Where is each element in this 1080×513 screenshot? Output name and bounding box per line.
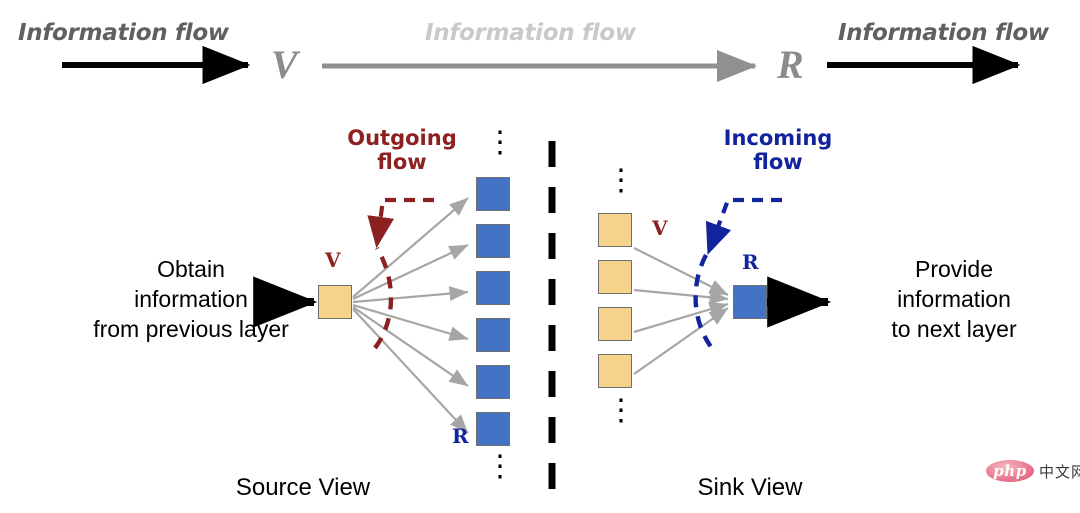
- source-v-tag: V: [325, 248, 341, 272]
- outgoing-flow-callout: Outgoing flow: [314, 126, 490, 174]
- sink-source-cell: [598, 307, 632, 341]
- source-input-description-line3: from previous layer: [93, 315, 289, 342]
- source-input-description-line2: information: [134, 285, 248, 312]
- outgoing-flow-leader: [367, 197, 434, 249]
- sink-output-description: Provide information to next layer: [842, 255, 1066, 345]
- sink-view-caption: Sink View: [697, 474, 803, 501]
- sink-source-cell: [598, 354, 632, 388]
- sink-output-description-line2: information: [897, 285, 1011, 312]
- php-watermark-site: 中文网: [1039, 462, 1080, 481]
- source-target-cell: [476, 365, 510, 399]
- sink-ellipsis-top: ⋮: [606, 164, 636, 197]
- sink-source-cell: [598, 213, 632, 247]
- incoming-flow-leader: [705, 197, 782, 255]
- header-right-flow-label: Information flow: [838, 20, 1049, 46]
- source-input-description-line1: Obtain: [157, 256, 225, 282]
- header-middle-flow-label: Information flow: [425, 20, 636, 46]
- sink-output-description-line1: Provide: [915, 256, 993, 282]
- source-view-caption: Source View: [235, 474, 371, 501]
- diagram-canvas: Information flow Information flow Inform…: [0, 0, 1080, 513]
- header-left-flow-label: Information flow: [18, 20, 229, 46]
- header-node-v: V: [271, 42, 298, 87]
- source-input-description: Obtain information from previous layer: [86, 255, 296, 345]
- source-ellipsis-top: ⋮: [485, 126, 515, 159]
- sink-v-tag: V: [652, 216, 668, 240]
- source-target-cell: [476, 224, 510, 258]
- source-target-cell: [476, 412, 510, 446]
- incoming-flow-callout: Incoming flow: [690, 126, 866, 174]
- source-node-v: [318, 285, 352, 319]
- outgoing-flow-callout-line2: flow: [377, 149, 427, 174]
- incoming-flow-boundary: [693, 253, 717, 354]
- header-node-r: R: [777, 42, 804, 87]
- sink-output-description-line3: to next layer: [891, 315, 1017, 342]
- source-fanout-edges: [352, 197, 469, 434]
- sink-node-r: [733, 285, 767, 319]
- php-logo-icon: php: [986, 460, 1034, 482]
- sink-fanin-edges: [633, 247, 729, 375]
- incoming-flow-callout-line2: flow: [753, 149, 803, 174]
- sink-r-tag: R: [742, 250, 759, 274]
- source-target-cell: [476, 177, 510, 211]
- sink-source-cell: [598, 260, 632, 294]
- sink-ellipsis-bottom: ⋮: [606, 394, 636, 427]
- outgoing-flow-callout-line1: Outgoing: [347, 126, 457, 150]
- source-ellipsis-bottom: ⋮: [485, 450, 515, 483]
- source-target-cell: [476, 271, 510, 305]
- incoming-flow-callout-line1: Incoming: [723, 126, 833, 150]
- source-target-cell: [476, 318, 510, 352]
- php-watermark: php 中文网: [986, 460, 1080, 482]
- source-r-tag: R: [452, 424, 469, 448]
